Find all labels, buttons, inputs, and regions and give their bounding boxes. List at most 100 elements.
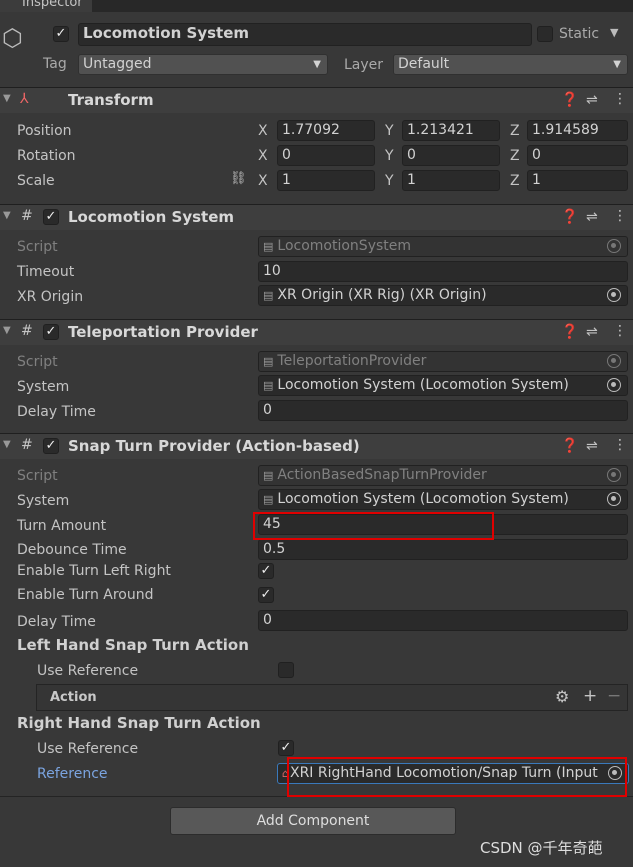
tag-label: Tag — [43, 56, 67, 72]
help-icon[interactable]: ❓ — [561, 324, 578, 340]
xr-origin-field[interactable]: ▤ XR Origin (XR Rig) (XR Origin) — [258, 285, 628, 306]
enabled-checkbox[interactable]: ✓ — [43, 324, 59, 340]
script-label: Script — [17, 239, 58, 255]
tab-inspector[interactable]: Inspector — [0, 0, 92, 12]
script-icon: # — [21, 208, 33, 224]
foldout-icon[interactable]: ▼ — [3, 210, 11, 221]
preset-icon[interactable]: ⇌ — [586, 209, 598, 225]
turn-amount-input[interactable]: 45 — [258, 514, 628, 535]
more-icon[interactable]: ⋮ — [613, 91, 627, 107]
action-label: Action — [50, 690, 97, 705]
locomotion-system-header[interactable]: ▼ # ✓ Locomotion System ❓ ⇌ ⋮ — [0, 204, 633, 230]
object-picker-icon[interactable] — [608, 766, 622, 780]
axis-label[interactable]: X — [258, 146, 268, 166]
axis-label[interactable]: Y — [385, 121, 394, 141]
position-y-input[interactable]: 1.213421 — [402, 120, 500, 141]
rotation-z-input[interactable]: 0 — [527, 145, 628, 166]
more-icon[interactable]: ⋮ — [613, 208, 627, 224]
delay-time-label: Delay Time — [17, 614, 96, 630]
chevron-down-icon: ▼ — [313, 59, 321, 70]
help-icon[interactable]: ❓ — [561, 438, 578, 454]
object-picker-icon[interactable] — [607, 288, 621, 302]
tag-dropdown[interactable]: Untagged ▼ — [78, 54, 328, 75]
transform-header[interactable]: ▼ ⅄ Transform ❓ ⇌ ⋮ — [0, 87, 633, 113]
object-name-input[interactable]: Locomotion System — [78, 23, 532, 46]
system-field[interactable]: ▤ Locomotion System (Locomotion System) — [258, 489, 628, 510]
active-checkbox[interactable]: ✓ — [53, 26, 69, 42]
foldout-icon[interactable]: ▼ — [3, 439, 11, 450]
position-label: Position — [17, 123, 72, 139]
script-icon: # — [21, 323, 33, 339]
rotation-x-input[interactable]: 0 — [277, 145, 375, 166]
right-use-reference-label: Use Reference — [37, 741, 139, 757]
system-field[interactable]: ▤ Locomotion System (Locomotion System) — [258, 375, 628, 396]
static-label: Static — [559, 26, 600, 42]
script-field: ▤ LocomotionSystem — [258, 236, 628, 257]
scale-z-input[interactable]: 1 — [527, 170, 628, 191]
position-x-input[interactable]: 1.77092 — [277, 120, 375, 141]
preset-icon[interactable]: ⇌ — [586, 92, 598, 108]
debounce-time-input[interactable]: 0.5 — [258, 539, 628, 560]
add-icon[interactable]: + — [583, 686, 597, 706]
delay-time-label: Delay Time — [17, 404, 96, 420]
position-z-input[interactable]: 1.914589 — [527, 120, 628, 141]
help-icon[interactable]: ❓ — [561, 209, 578, 225]
delay-time-input[interactable]: 0 — [258, 400, 628, 421]
enabled-checkbox[interactable]: ✓ — [43, 209, 59, 225]
help-icon[interactable]: ❓ — [561, 92, 578, 108]
scale-x-input[interactable]: 1 — [277, 170, 375, 191]
reference-value: XRI RightHand Locomotion/Snap Turn (Inpu… — [289, 765, 598, 781]
axis-label[interactable]: X — [258, 171, 268, 191]
enable-turn-around-checkbox[interactable]: ✓ — [258, 587, 274, 603]
static-dropdown-icon[interactable]: ▼ — [610, 26, 618, 39]
gear-icon[interactable]: ⚙ — [555, 687, 569, 706]
preset-icon[interactable]: ⇌ — [586, 438, 598, 454]
axis-label[interactable]: Z — [510, 146, 520, 166]
right-use-reference-checkbox[interactable]: ✓ — [278, 740, 294, 756]
object-picker-icon[interactable] — [607, 492, 621, 506]
left-hand-section-title: Left Hand Snap Turn Action — [17, 636, 249, 654]
more-icon[interactable]: ⋮ — [613, 323, 627, 339]
script-value: ActionBasedSnapTurnProvider — [277, 467, 487, 483]
object-picker-icon[interactable] — [607, 378, 621, 392]
enable-turn-around-label: Enable Turn Around — [17, 587, 154, 603]
timeout-label: Timeout — [17, 264, 75, 280]
object-picker-icon — [607, 354, 621, 368]
delay-time-input[interactable]: 0 — [258, 610, 628, 631]
teleportation-provider-header[interactable]: ▼ # ✓ Teleportation Provider ❓ ⇌ ⋮ — [0, 319, 633, 345]
axis-label[interactable]: Z — [510, 121, 520, 141]
scale-label: Scale — [17, 173, 55, 189]
layer-dropdown[interactable]: Default ▼ — [393, 54, 628, 75]
enabled-checkbox[interactable]: ✓ — [43, 438, 59, 454]
script-icon: # — [21, 437, 33, 453]
rotation-y-input[interactable]: 0 — [402, 145, 500, 166]
system-value: Locomotion System (Locomotion System) — [277, 491, 569, 507]
component-title: Snap Turn Provider (Action-based) — [68, 437, 360, 455]
axis-label[interactable]: Z — [510, 171, 520, 191]
more-icon[interactable]: ⋮ — [613, 437, 627, 453]
divider — [0, 796, 633, 797]
layer-label: Layer — [344, 57, 384, 73]
foldout-icon[interactable]: ▼ — [3, 93, 11, 104]
unlink-icon[interactable]: ⛓ — [230, 171, 247, 186]
enable-turn-left-right-label: Enable Turn Left Right — [17, 563, 171, 579]
remove-icon[interactable]: − — [607, 686, 621, 706]
left-use-reference-checkbox[interactable] — [278, 662, 294, 678]
axis-label[interactable]: Y — [385, 146, 394, 166]
tab-bar — [0, 0, 633, 12]
timeout-input[interactable]: 10 — [258, 261, 628, 282]
scale-y-input[interactable]: 1 — [402, 170, 500, 191]
script-value: TeleportationProvider — [277, 353, 427, 369]
component-title: Teleportation Provider — [68, 323, 258, 341]
foldout-icon[interactable]: ▼ — [3, 325, 11, 336]
enable-turn-left-right-checkbox[interactable]: ✓ — [258, 563, 274, 579]
reference-field[interactable]: ⌂XRI RightHand Locomotion/Snap Turn (Inp… — [277, 763, 629, 784]
snap-turn-provider-header[interactable]: ▼ # ✓ Snap Turn Provider (Action-based) … — [0, 433, 633, 459]
axis-label[interactable]: Y — [385, 171, 394, 191]
object-picker-icon — [607, 468, 621, 482]
axis-label[interactable]: X — [258, 121, 268, 141]
script-label: Script — [17, 468, 58, 484]
preset-icon[interactable]: ⇌ — [586, 324, 598, 340]
add-component-button[interactable]: Add Component — [170, 807, 456, 835]
static-checkbox[interactable] — [537, 26, 553, 42]
